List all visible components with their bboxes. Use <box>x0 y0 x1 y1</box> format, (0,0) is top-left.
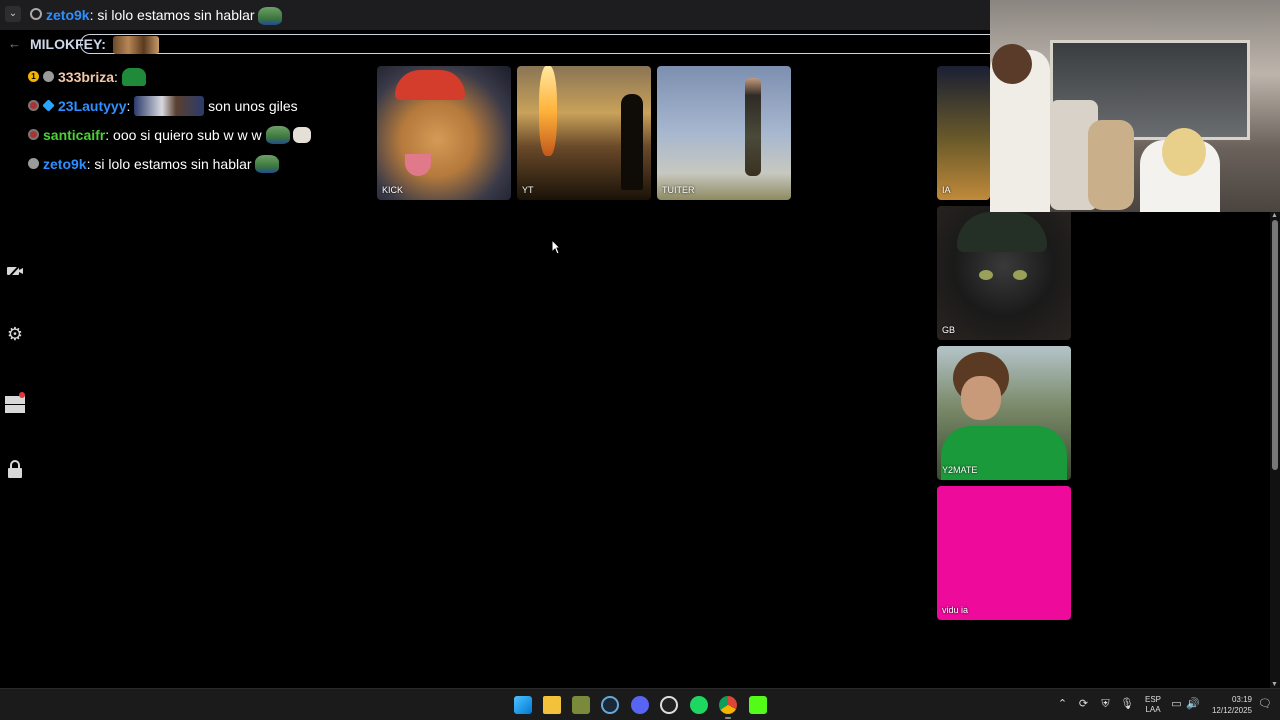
red-badge-icon <box>28 129 39 140</box>
reply-preview: zeto9k: si lolo estamos sin hablar <box>46 7 283 26</box>
cube-badge-icon <box>42 99 55 112</box>
discord-icon[interactable] <box>631 696 649 714</box>
tile-label: vidu ia <box>942 605 969 615</box>
tile-label: YT <box>522 185 534 195</box>
chevron-up-icon[interactable]: ⌃ <box>1056 698 1069 711</box>
gray-badge-icon <box>43 71 54 82</box>
scroll-up-icon[interactable]: ▲ <box>1271 212 1278 219</box>
tile-label: IA <box>942 185 951 195</box>
chat-feed: 1 333briza: 23Lautyyy: son unos giles sa… <box>28 62 368 178</box>
layout-icon[interactable] <box>5 392 25 413</box>
volume-icon[interactable]: 🔊 <box>1186 698 1200 711</box>
language-code: ESP <box>1144 695 1161 704</box>
group-emote-icon <box>112 36 159 55</box>
webcam-person-head <box>1162 128 1206 176</box>
chat-message: 1 333briza: <box>28 62 368 91</box>
network-icon[interactable]: ▭ <box>1170 698 1183 711</box>
frog-emote-icon <box>265 125 290 144</box>
lock-icon[interactable] <box>5 460 25 480</box>
taskbar: ⌃ ⟳ ⛨ 🎙 ESP LAA ▭ 🔊 03:19 12/12/2025 🗨 <box>0 688 1280 720</box>
sync-icon[interactable]: ⟳ <box>1077 698 1090 711</box>
tile-label: TUITER <box>662 185 695 195</box>
steam-icon[interactable] <box>601 696 619 714</box>
language-indicator[interactable]: ESP LAA <box>1144 695 1162 715</box>
chat-text: son unos giles <box>208 97 298 114</box>
keyboard-layout: LAA <box>1145 705 1161 714</box>
red-badge-icon <box>28 100 39 111</box>
sub-badge-icon: 1 <box>28 71 39 82</box>
chat-message: 23Lautyyy: son unos giles <box>28 91 368 120</box>
webcam-feed <box>990 0 1280 212</box>
reply-text: : si lolo estamos sin hablar <box>89 7 255 23</box>
microphone-icon[interactable]: 🎙 <box>1120 698 1134 711</box>
frog-emote-icon <box>255 154 280 173</box>
cat-eye <box>979 270 993 280</box>
chat-text: : si lolo estamos sin hablar <box>86 155 252 172</box>
reply-bar: ⌄ zeto9k: si lolo estamos sin hablar <box>0 0 990 30</box>
kick-icon[interactable] <box>749 696 767 714</box>
pinned-bar: ← MILOKFEY: <box>0 30 990 58</box>
chrome-icon[interactable] <box>719 696 737 714</box>
tile-label: Y2MATE <box>942 465 978 475</box>
active-app-indicator <box>725 717 731 719</box>
chevron-down-icon[interactable]: ⌄ <box>5 6 21 22</box>
arrow-left-icon[interactable]: ← <box>8 36 21 51</box>
gear-icon[interactable]: ⚙ <box>5 324 25 344</box>
shield-icon[interactable]: ⛨ <box>1099 698 1112 711</box>
hands-emote-icon <box>292 126 311 143</box>
chat-username[interactable]: santicaifr <box>43 127 105 143</box>
standing-man <box>745 78 761 176</box>
chat-username[interactable]: 333briza <box>58 69 114 85</box>
video-off-icon[interactable] <box>5 262 25 282</box>
pinned-message: MILOKFEY: <box>30 36 159 55</box>
soldier-silhouette <box>621 94 643 190</box>
chat-username[interactable]: zeto9k <box>43 156 87 172</box>
tile-vidu-ia[interactable]: vidu ia <box>937 486 1071 620</box>
person-face <box>961 376 1001 420</box>
spotify-icon[interactable] <box>690 696 708 714</box>
notifications-icon[interactable]: 🗨 <box>1258 698 1272 711</box>
tile-tuiter[interactable]: TUITER <box>657 66 791 200</box>
file-explorer-icon[interactable] <box>543 696 561 714</box>
game-icon[interactable] <box>572 696 590 714</box>
windows-start-icon[interactable] <box>514 696 532 714</box>
fire-column <box>539 66 557 156</box>
green-emote-icon <box>121 67 146 86</box>
scrollbar-thumb[interactable] <box>1272 220 1278 470</box>
scrollbar[interactable]: ▲ ▼ <box>1270 212 1280 688</box>
obs-icon[interactable] <box>660 696 678 714</box>
pinned-frame <box>80 34 990 54</box>
clock-time: 03:19 <box>1231 695 1252 704</box>
face-emote-icon <box>134 95 205 116</box>
tile-ia[interactable]: IA <box>937 66 990 200</box>
chat-text: : ooo si quiero sub w w w <box>105 126 262 143</box>
clock-date: 12/12/2025 <box>1211 706 1252 715</box>
reply-username[interactable]: zeto9k <box>46 7 90 23</box>
search-icon[interactable] <box>30 8 42 20</box>
tile-gb[interactable]: GB <box>937 206 1071 340</box>
chat-message: zeto9k : si lolo estamos sin hablar <box>28 149 368 178</box>
tile-label: GB <box>942 325 956 335</box>
mouse-cursor-icon <box>551 238 562 260</box>
tile-y2mate[interactable]: Y2MATE <box>937 346 1071 480</box>
gray-badge-icon <box>28 158 39 169</box>
dog-tongue <box>405 154 431 176</box>
scroll-down-icon[interactable]: ▼ <box>1271 681 1278 688</box>
frog-emote-icon <box>258 7 283 26</box>
tile-yt[interactable]: YT <box>517 66 651 200</box>
pinned-username[interactable]: MILOKFEY: <box>30 36 106 52</box>
chat-username[interactable]: 23Lautyyy <box>58 98 126 114</box>
dog-cap <box>395 70 465 100</box>
cat-eye <box>1013 270 1027 280</box>
clock[interactable]: 03:19 12/12/2025 <box>1206 694 1252 716</box>
chat-message: santicaifr : ooo si quiero sub w w w <box>28 120 368 149</box>
tile-kick[interactable]: KICK <box>377 66 511 200</box>
webcam-person <box>1088 120 1134 210</box>
cat-hat <box>957 212 1047 252</box>
webcam-person-head <box>992 44 1032 84</box>
tile-label: KICK <box>382 185 404 195</box>
